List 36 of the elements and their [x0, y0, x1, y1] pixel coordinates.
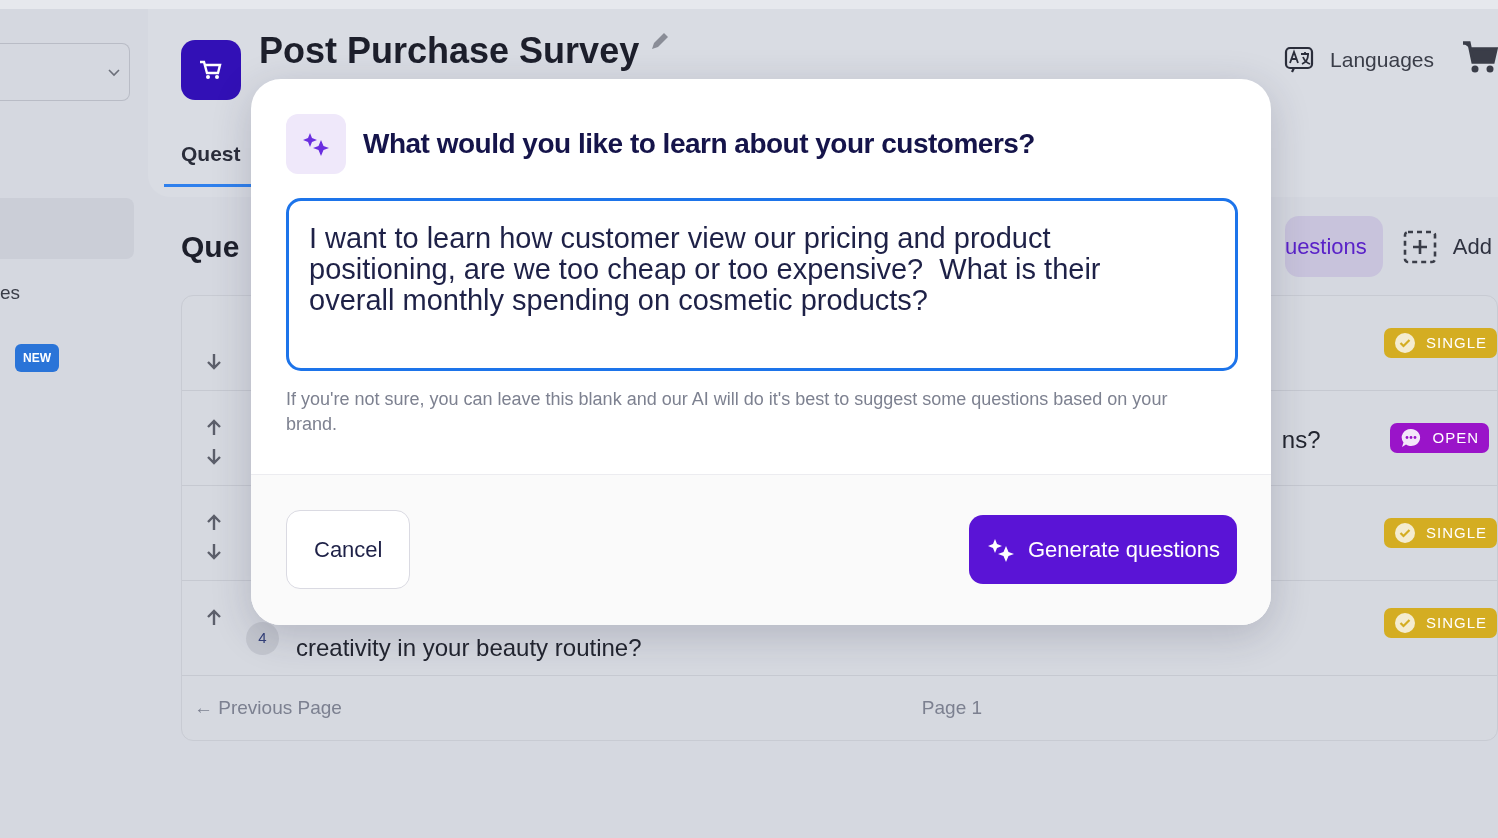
- question-type-badge: OPEN: [1390, 422, 1489, 454]
- question-text: ns?: [1281, 425, 1321, 455]
- check-circle-icon: [1393, 522, 1416, 544]
- cart-icon[interactable]: [1462, 40, 1498, 74]
- languages-button[interactable]: Languages: [1284, 44, 1434, 76]
- chat-bubble-icon: [1400, 427, 1423, 449]
- check-circle-icon: [1393, 612, 1416, 634]
- question-type-badge: SINGLE: [1383, 517, 1497, 549]
- sidebar-item[interactable]: es: [0, 279, 21, 308]
- arrow-up-icon[interactable]: [206, 418, 222, 436]
- question-type-badge: SINGLE: [1383, 327, 1497, 359]
- modal-title: What would you like to learn about your customers?: [363, 127, 1035, 161]
- select-field[interactable]: [0, 43, 130, 101]
- cancel-button[interactable]: Cancel: [286, 510, 411, 589]
- generate-questions-button[interactable]: uestions: [1284, 216, 1383, 277]
- page-number: Page 1: [921, 695, 983, 720]
- survey-title: Post Purchase Survey: [259, 29, 640, 73]
- add-icon: [1402, 229, 1437, 264]
- help-text: If you're not sure, you can leave this blank and our AI will do it's best to suggest some questions based on your brand.: [286, 388, 1169, 436]
- arrow-down-icon[interactable]: [206, 543, 222, 561]
- chevron-down-icon: [107, 67, 121, 77]
- prompt-field[interactable]: I want to learn how customer view our pricing and product positioning, are we too cheap or too expensive? What is their overall monthly spending on cosmetic products?: [286, 198, 1238, 371]
- check-circle-icon: [1393, 332, 1416, 354]
- arrow-down-icon[interactable]: [206, 353, 222, 371]
- arrow-up-icon[interactable]: [206, 513, 222, 531]
- add-button[interactable]: Add: [1396, 228, 1498, 265]
- arrow-up-icon[interactable]: [206, 608, 222, 626]
- question-number: 4: [246, 621, 279, 655]
- arrow-down-icon[interactable]: [206, 448, 222, 466]
- new-badge: NEW: [15, 343, 59, 372]
- question-text: creativity in your beauty routine?: [296, 633, 642, 663]
- cart-icon: [199, 59, 223, 81]
- question-type-badge: SINGLE: [1383, 607, 1497, 639]
- generate-questions-button[interactable]: Generate questions: [968, 515, 1237, 584]
- translate-icon: [1284, 45, 1315, 74]
- section-title: Que: [181, 229, 240, 265]
